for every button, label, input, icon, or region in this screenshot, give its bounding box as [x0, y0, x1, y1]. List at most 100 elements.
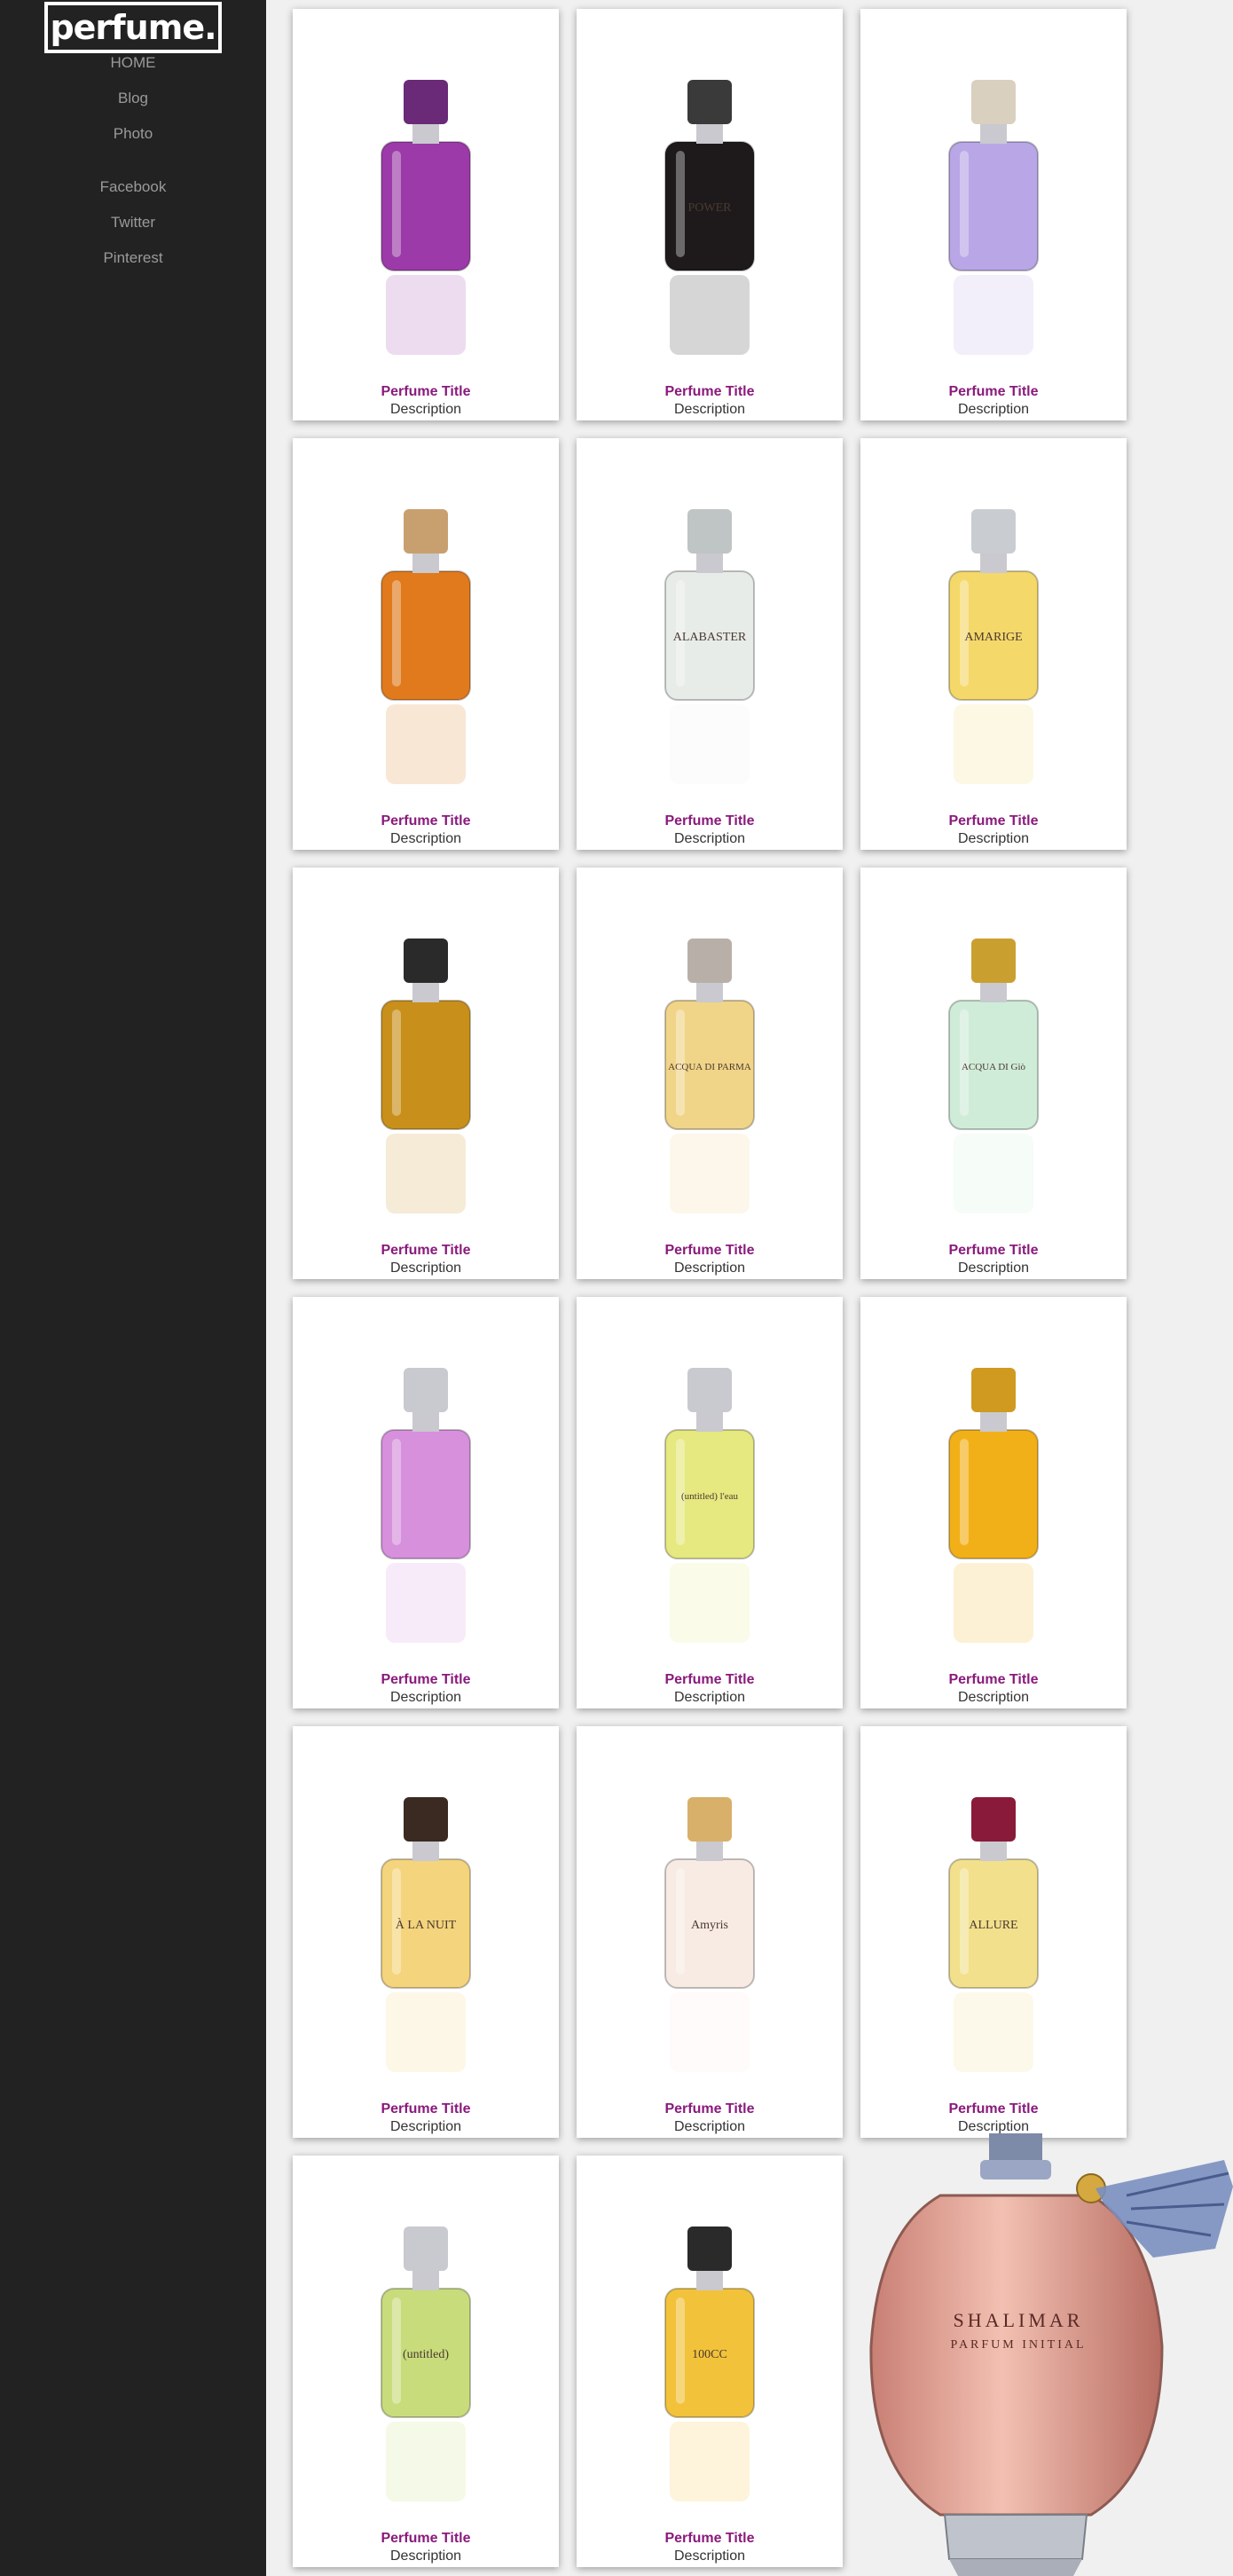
twitter-link[interactable]: Twitter [0, 205, 266, 240]
product-card[interactable]: ALABASTER Perfume Title Description [577, 438, 843, 850]
product-description: Description [957, 1261, 1030, 1276]
product-image [948, 80, 1039, 355]
product-title[interactable]: Perfume Title [860, 813, 1127, 830]
bottle-label-text: ACQUA DI PARMA [668, 1062, 751, 1072]
product-image: AMARIGE [948, 509, 1039, 784]
bottle-cap [687, 80, 732, 124]
bottle-cap [687, 1368, 732, 1412]
product-card[interactable]: (untitled) l'eau Perfume Title Description [577, 1297, 843, 1708]
bottle-cap [404, 939, 448, 983]
product-title[interactable]: Perfume Title [577, 1671, 843, 1689]
product-title[interactable]: Perfume Title [293, 1671, 559, 1689]
bottle-label-text: ACQUA DI Giò [962, 1062, 1026, 1072]
product-description: Description [957, 1690, 1030, 1705]
product-card[interactable]: 100CC Perfume Title Description [577, 2156, 843, 2567]
bottle-reflection [386, 704, 466, 784]
product-image: (untitled) [381, 2227, 471, 2501]
bottle-reflection [954, 1134, 1033, 1213]
facebook-link[interactable]: Facebook [0, 169, 266, 205]
product-image: Amyris [664, 1797, 755, 2072]
product-title[interactable]: Perfume Title [293, 383, 559, 401]
product-title[interactable]: Perfume Title [577, 383, 843, 401]
bottle-reflection [954, 1563, 1033, 1643]
bottle-cap [687, 509, 732, 554]
bottle-reflection [386, 2422, 466, 2501]
bottle-label-text: 100CC [692, 2348, 727, 2361]
product-image: ACQUA DI PARMA [664, 939, 755, 1213]
bottle-cap [971, 1368, 1016, 1412]
product-card[interactable]: Amyris Perfume Title Description [577, 1726, 843, 2138]
hero-label-line2: PARFUM INITIAL [950, 2338, 1086, 2352]
product-title[interactable]: Perfume Title [577, 1242, 843, 1260]
product-card[interactable]: Perfume Title Description [860, 1297, 1127, 1708]
bottle-cap [404, 1368, 448, 1412]
product-card[interactable]: Perfume Title Description [293, 9, 559, 420]
bottle-reflection [954, 704, 1033, 784]
bottle-reflection [670, 2422, 750, 2501]
pinterest-link[interactable]: Pinterest [0, 240, 266, 276]
product-description: Description [389, 2119, 462, 2134]
product-image: ALLURE [948, 1797, 1039, 2072]
bottle-reflection [670, 704, 750, 784]
product-description: Description [673, 831, 746, 846]
product-description: Description [673, 402, 746, 417]
product-title[interactable]: Perfume Title [293, 2530, 559, 2548]
product-description: Description [673, 2119, 746, 2134]
product-card[interactable]: POWER Perfume Title Description [577, 9, 843, 420]
bottle-label-text: POWER [688, 201, 733, 215]
bottle-label-text: (untitled) l'eau [681, 1491, 738, 1502]
product-image: (untitled) l'eau [664, 1368, 755, 1643]
bottle-reflection [954, 1992, 1033, 2072]
product-image: ACQUA DI Giò [948, 939, 1039, 1213]
product-description: Description [389, 2549, 462, 2564]
product-title[interactable]: Perfume Title [860, 1242, 1127, 1260]
product-description: Description [389, 831, 462, 846]
bottle-reflection [670, 1134, 750, 1213]
product-card[interactable]: AMARIGE Perfume Title Description [860, 438, 1127, 850]
bottle-reflection [670, 275, 750, 355]
nav-home-link[interactable]: HOME [0, 45, 266, 81]
product-title[interactable]: Perfume Title [577, 2530, 843, 2548]
bottle-reflection [386, 1134, 466, 1213]
bottle-reflection [670, 1992, 750, 2072]
nav-blog-link[interactable]: Blog [0, 81, 266, 116]
bottle-cap [404, 1797, 448, 1842]
product-title[interactable]: Perfume Title [577, 813, 843, 830]
product-title[interactable]: Perfume Title [860, 383, 1127, 401]
bottle-label-text: AMARIGE [964, 631, 1022, 644]
product-title[interactable]: Perfume Title [293, 813, 559, 830]
product-card[interactable]: Perfume Title Description [293, 438, 559, 850]
bottle-cap [404, 509, 448, 554]
bottle-cap [971, 1797, 1016, 1842]
product-title[interactable]: Perfume Title [860, 2101, 1127, 2118]
product-card[interactable]: À LA NUIT Perfume Title Description [293, 1726, 559, 2138]
product-description: Description [389, 402, 462, 417]
product-description: Description [957, 402, 1030, 417]
product-image: POWER [664, 80, 755, 355]
bottle-cap [971, 939, 1016, 983]
product-description: Description [389, 1690, 462, 1705]
product-card[interactable]: Perfume Title Description [293, 868, 559, 1279]
bottle-cap [687, 939, 732, 983]
product-card[interactable]: ALLURE Perfume Title Description [860, 1726, 1127, 2138]
product-description: Description [389, 1261, 462, 1276]
bottle-reflection [954, 275, 1033, 355]
product-title[interactable]: Perfume Title [293, 2101, 559, 2118]
product-title[interactable]: Perfume Title [577, 2101, 843, 2118]
product-card[interactable]: Perfume Title Description [860, 9, 1127, 420]
hero-bottle-body [869, 2194, 1164, 2517]
product-card[interactable]: Perfume Title Description [293, 1297, 559, 1708]
product-card[interactable]: (untitled) Perfume Title Description [293, 2156, 559, 2567]
nav-photo-link[interactable]: Photo [0, 116, 266, 152]
product-description: Description [673, 2549, 746, 2564]
product-card[interactable]: ACQUA DI Giò Perfume Title Description [860, 868, 1127, 1279]
product-image [381, 80, 471, 355]
bottle-label-text: À LA NUIT [396, 1917, 457, 1932]
product-title[interactable]: Perfume Title [860, 1671, 1127, 1689]
bottle-reflection [386, 275, 466, 355]
product-title[interactable]: Perfume Title [293, 1242, 559, 1260]
bottle-cap [971, 80, 1016, 124]
product-card[interactable]: ACQUA DI PARMA Perfume Title Description [577, 868, 843, 1279]
bottle-label-text: Amyris [691, 1919, 728, 1932]
bottle-label-text: ALABASTER [673, 631, 747, 644]
